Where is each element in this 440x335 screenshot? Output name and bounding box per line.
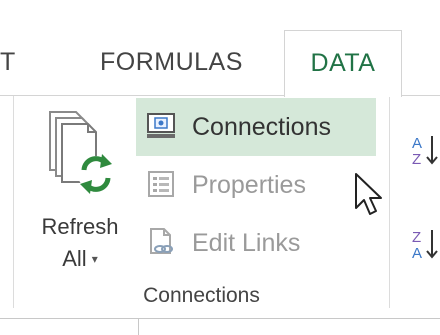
ribbon-tab-bar: T FORMULAS DATA bbox=[0, 0, 440, 97]
connections-group-label: Connections bbox=[143, 284, 260, 307]
svg-text:Z: Z bbox=[412, 229, 421, 246]
refresh-all-label-line1: Refresh bbox=[41, 214, 119, 239]
refresh-all-label-text: All bbox=[62, 246, 87, 271]
svg-text:A: A bbox=[412, 245, 422, 260]
tab-insert-partial[interactable]: T bbox=[0, 0, 30, 94]
sort-ascending-icon[interactable]: A Z bbox=[400, 132, 440, 166]
tab-formulas[interactable]: FORMULAS bbox=[100, 0, 260, 94]
mouse-pointer-icon bbox=[355, 173, 382, 215]
connections-button[interactable]: Connections bbox=[136, 98, 376, 156]
properties-label: Properties bbox=[192, 171, 306, 199]
tab-data[interactable]: DATA bbox=[284, 30, 402, 97]
refresh-all-button[interactable]: Refresh All ▾ bbox=[26, 108, 134, 286]
edit-links-button[interactable]: Edit Links bbox=[136, 214, 376, 272]
refresh-all-icon bbox=[49, 111, 114, 194]
chevron-down-icon[interactable]: ▾ bbox=[92, 252, 98, 266]
connections-icon bbox=[147, 113, 175, 138]
svg-text:A: A bbox=[412, 135, 422, 152]
group-separator-right bbox=[389, 96, 390, 308]
formula-bar-area[interactable] bbox=[138, 319, 440, 335]
group-separator-left bbox=[13, 96, 14, 308]
edit-links-label: Edit Links bbox=[192, 229, 301, 257]
connections-label: Connections bbox=[192, 113, 331, 141]
edit-links-icon bbox=[150, 228, 173, 254]
properties-icon bbox=[148, 171, 174, 197]
svg-text:Z: Z bbox=[412, 151, 421, 166]
excel-ribbon-window: T FORMULAS DATA Refresh All ▾ Connection… bbox=[0, 0, 440, 335]
properties-button[interactable]: Properties bbox=[136, 156, 376, 214]
refresh-all-label-line2: All ▾ bbox=[26, 246, 134, 272]
sort-descending-icon[interactable]: Z A bbox=[400, 226, 440, 260]
